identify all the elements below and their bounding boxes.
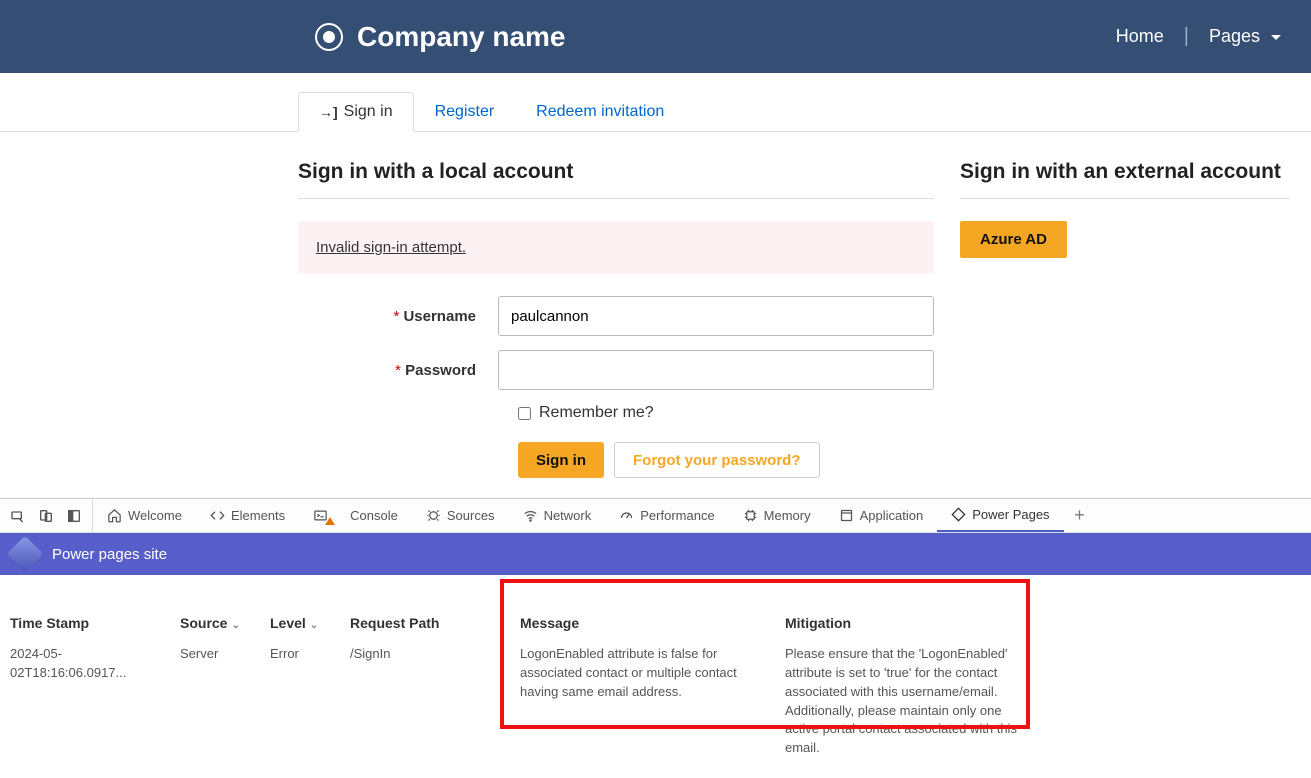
username-label: * Username <box>298 308 498 325</box>
nav-separator: | <box>1174 25 1199 48</box>
devtools-tab-sources[interactable]: Sources <box>412 499 509 532</box>
page-content: Sign in with a local account Invalid sig… <box>298 160 1298 478</box>
azure-ad-button[interactable]: Azure AD <box>960 221 1067 258</box>
devtools-tab-network[interactable]: Network <box>509 499 606 532</box>
nav-home[interactable]: Home <box>1106 26 1174 47</box>
gauge-icon <box>619 508 634 523</box>
devtools-panel: Welcome Elements Console Sources Network… <box>0 498 1311 778</box>
code-icon <box>210 508 225 523</box>
chip-icon <box>743 508 758 523</box>
log-header: Time Stamp Source⌄ Level⌄ Request Path M… <box>10 587 1301 645</box>
tab-signin-label: Sign in <box>344 103 393 121</box>
password-row: * Password <box>298 350 934 390</box>
devtools-tab-memory[interactable]: Memory <box>729 499 825 532</box>
col-message[interactable]: Message <box>520 615 785 631</box>
tab-redeem[interactable]: Redeem invitation <box>515 92 685 132</box>
devtools-tabs: Welcome Elements Console Sources Network… <box>0 499 1311 533</box>
header-left: Company name <box>315 21 566 53</box>
cell-message: LogonEnabled attribute is false for asso… <box>520 645 785 758</box>
tab-register[interactable]: Register <box>414 92 516 132</box>
external-signin-column: Sign in with an external account Azure A… <box>960 160 1290 478</box>
local-signin-title: Sign in with a local account <box>298 160 934 184</box>
username-input[interactable] <box>498 296 934 336</box>
col-request-path[interactable]: Request Path <box>350 615 520 631</box>
cell-request-path: /SignIn <box>350 645 520 758</box>
nav-pages-label: Pages <box>1209 26 1260 46</box>
devtools-tab-performance[interactable]: Performance <box>605 499 728 532</box>
warning-icon <box>325 517 335 525</box>
col-mitigation[interactable]: Mitigation <box>785 615 1030 631</box>
powerpages-banner-title: Power pages site <box>52 546 167 563</box>
remember-row: Remember me? <box>518 404 934 422</box>
chevron-down-icon: ⌄ <box>310 620 318 631</box>
powerpages-banner: Power pages site <box>0 533 1311 575</box>
log-area: Time Stamp Source⌄ Level⌄ Request Path M… <box>0 575 1311 778</box>
signin-button[interactable]: Sign in <box>518 442 604 478</box>
dock-icon[interactable] <box>60 502 88 530</box>
company-name: Company name <box>357 21 566 53</box>
divider <box>298 198 934 199</box>
signin-icon: →] <box>319 104 338 120</box>
col-level[interactable]: Level⌄ <box>270 615 350 631</box>
inspect-icon[interactable] <box>4 502 32 530</box>
remember-checkbox[interactable] <box>518 407 531 420</box>
header-nav: Home | Pages <box>1106 25 1291 48</box>
powerpages-logo-icon <box>7 536 44 573</box>
log-row: 2024-05-02T18:16:06.0917... Server Error… <box>10 645 1301 758</box>
cell-source: Server <box>180 645 270 758</box>
devtools-tab-welcome[interactable]: Welcome <box>93 499 196 532</box>
password-input[interactable] <box>498 350 934 390</box>
external-signin-title: Sign in with an external account <box>960 160 1290 184</box>
bug-icon <box>426 508 441 523</box>
wifi-icon <box>523 508 538 523</box>
devtools-tab-console[interactable]: Console <box>299 499 412 532</box>
auth-tabs-row: →] Sign in Register Redeem invitation <box>0 91 1311 132</box>
error-banner: Invalid sign-in attempt. <box>298 221 934 274</box>
forgot-password-button[interactable]: Forgot your password? <box>614 442 820 478</box>
home-icon <box>107 508 122 523</box>
auth-tabs: →] Sign in Register Redeem invitation <box>298 91 1311 131</box>
cell-mitigation: Please ensure that the 'LogonEnabled' at… <box>785 645 1030 758</box>
password-label: * Password <box>298 362 498 379</box>
devtools-add-tab[interactable]: + <box>1064 505 1096 526</box>
tab-signin[interactable]: →] Sign in <box>298 92 414 132</box>
local-signin-column: Sign in with a local account Invalid sig… <box>298 160 934 478</box>
app-icon <box>839 508 854 523</box>
chevron-down-icon <box>1271 35 1281 40</box>
remember-label: Remember me? <box>539 404 654 422</box>
col-source[interactable]: Source⌄ <box>180 615 270 631</box>
devtools-tab-application[interactable]: Application <box>825 499 938 532</box>
button-row: Sign in Forgot your password? <box>518 442 934 478</box>
device-toggle-icon[interactable] <box>32 502 60 530</box>
devtools-tab-powerpages[interactable]: Power Pages <box>937 499 1063 532</box>
nav-pages[interactable]: Pages <box>1199 26 1291 47</box>
devtools-left-icons <box>0 499 93 532</box>
cell-level: Error <box>270 645 350 758</box>
divider <box>960 198 1290 199</box>
devtools-tab-elements[interactable]: Elements <box>196 499 299 532</box>
col-timestamp[interactable]: Time Stamp <box>10 615 180 631</box>
username-row: * Username <box>298 296 934 336</box>
cell-timestamp: 2024-05-02T18:16:06.0917... <box>10 645 180 758</box>
company-logo-icon <box>315 23 343 51</box>
chevron-down-icon: ⌄ <box>231 620 239 631</box>
powerpages-icon <box>951 507 966 522</box>
app-header: Company name Home | Pages <box>0 0 1311 73</box>
error-message: Invalid sign-in attempt. <box>316 239 466 256</box>
